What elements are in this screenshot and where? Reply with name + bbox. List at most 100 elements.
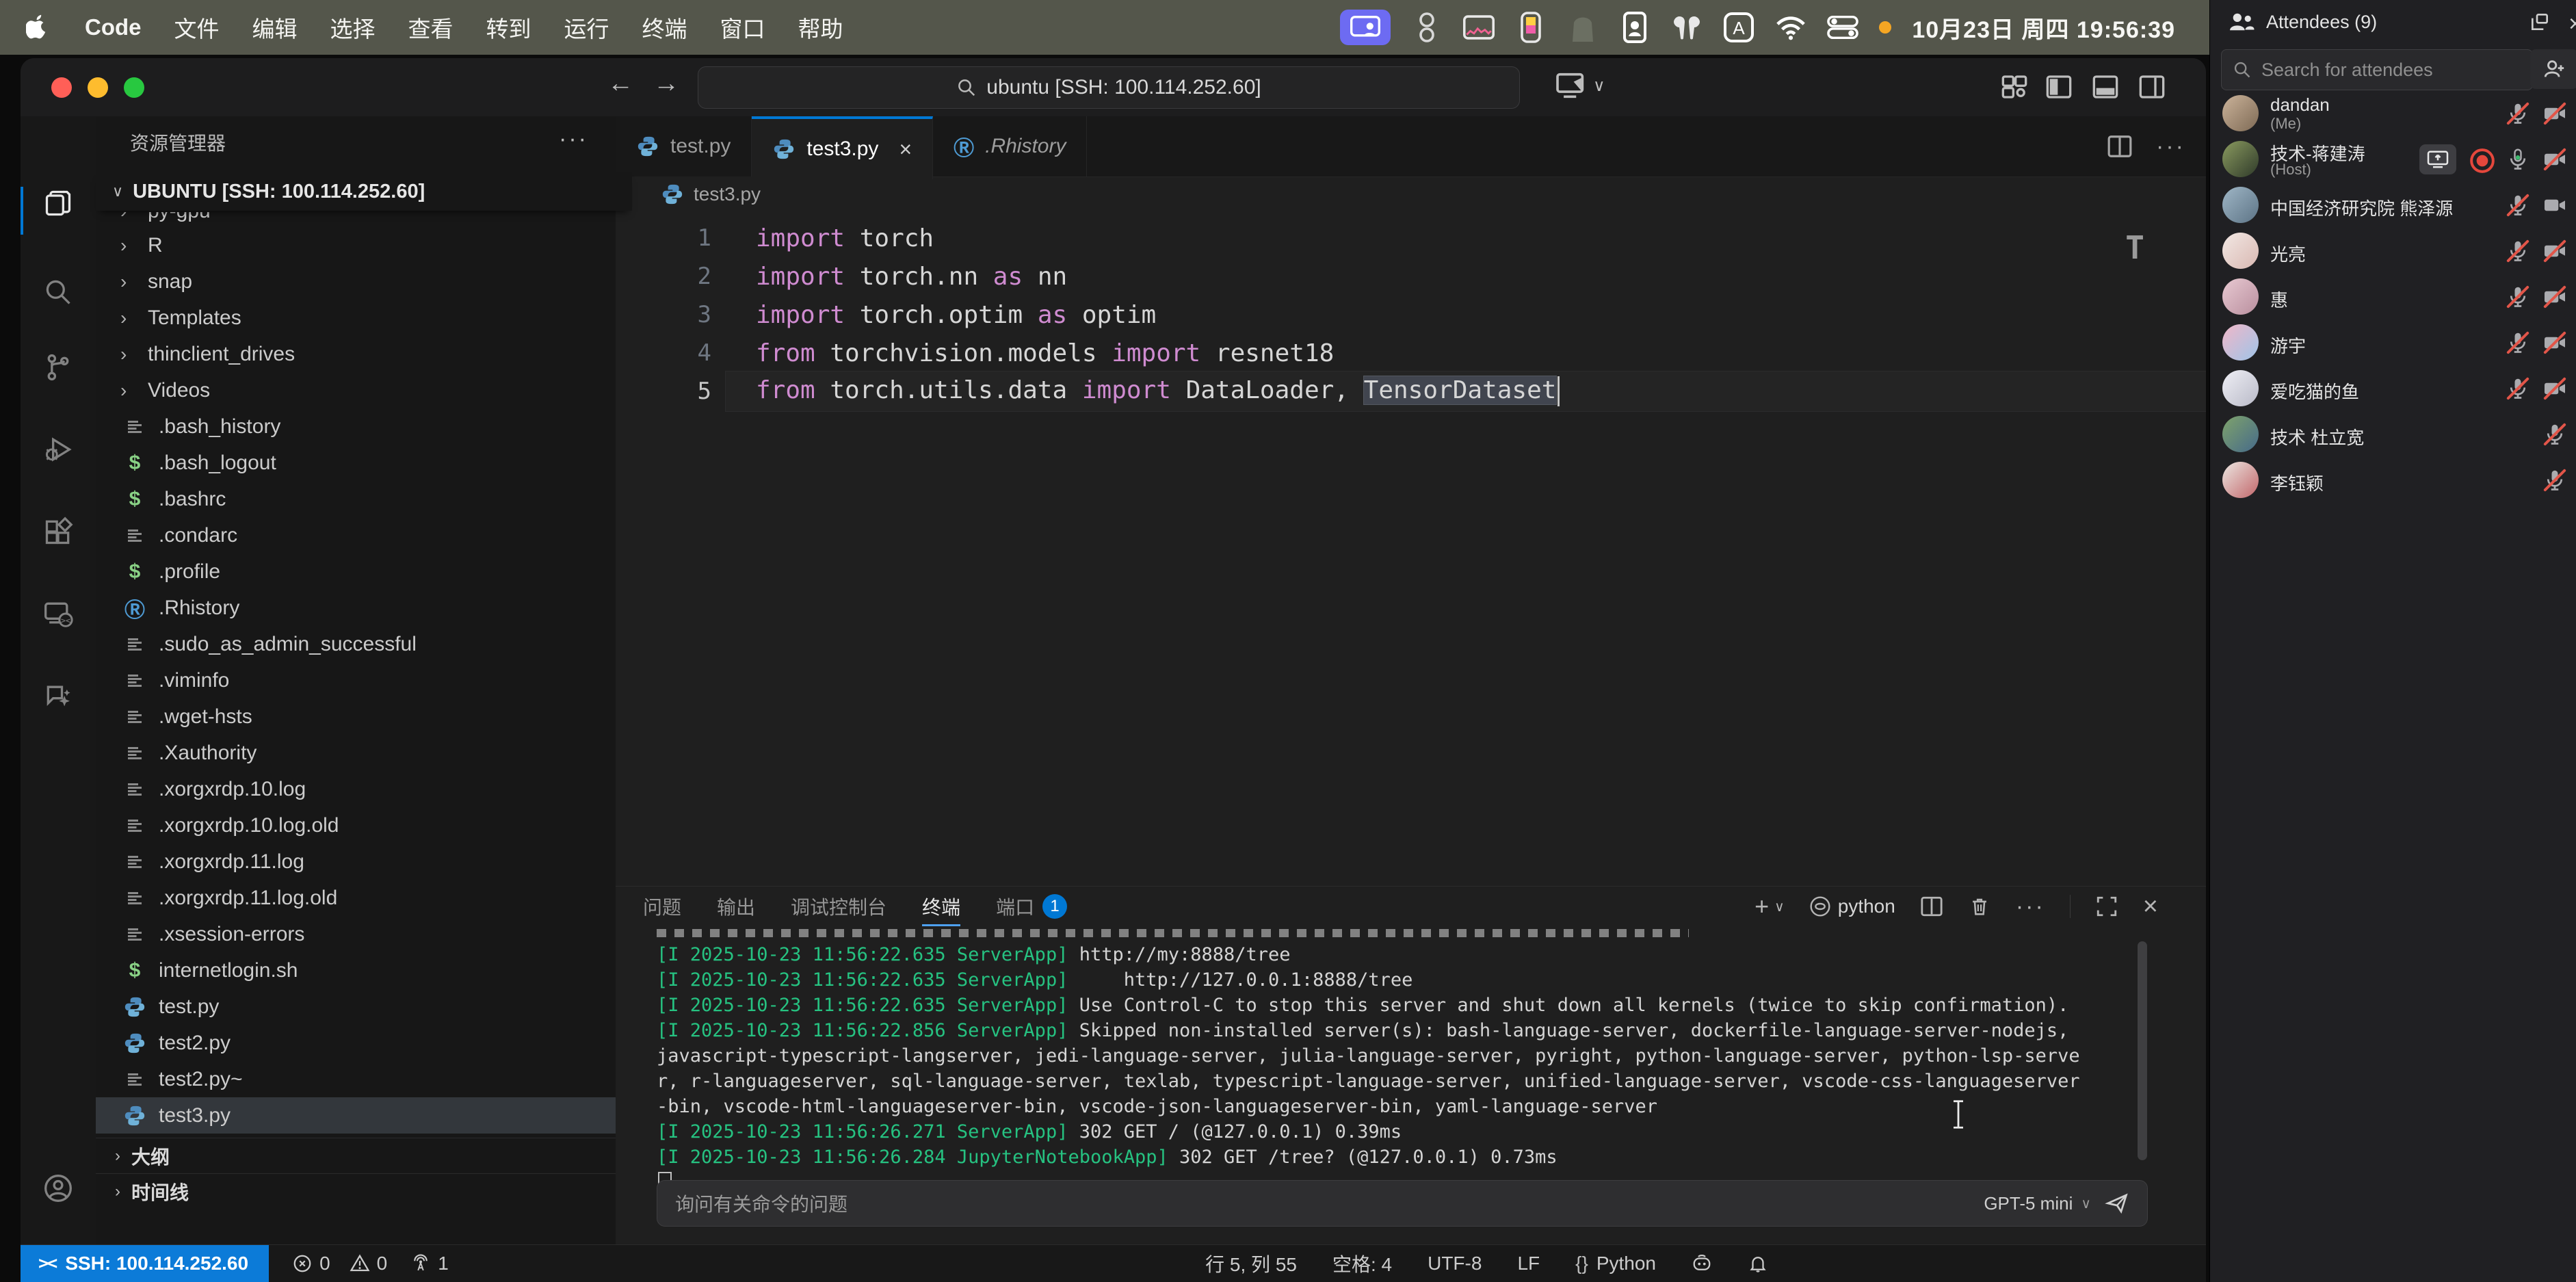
menu-item[interactable]: 帮助 xyxy=(782,11,860,44)
screen-sharing-icon[interactable] xyxy=(2419,144,2456,174)
input-source-icon[interactable]: A xyxy=(1723,12,1754,43)
editor-tab[interactable]: test.py xyxy=(616,116,752,176)
mic-muted-icon[interactable] xyxy=(2506,239,2530,263)
menu-app-name[interactable]: Code xyxy=(68,14,158,40)
menu-item[interactable]: 编辑 xyxy=(236,11,314,44)
circles-icon[interactable] xyxy=(1411,12,1443,43)
code-line[interactable]: 2import torch.nn as nn xyxy=(616,257,2206,296)
nav-back-button[interactable]: ← xyxy=(607,69,633,99)
minimize-window-button[interactable] xyxy=(88,77,108,98)
toggle-panel-icon[interactable] xyxy=(2092,73,2119,101)
explorer-more-icon[interactable]: ··· xyxy=(559,126,588,153)
code-line[interactable]: 4from torchvision.models import resnet18 xyxy=(616,334,2206,372)
code-line[interactable]: 5from torch.utils.data import DataLoader… xyxy=(616,372,2206,410)
eol[interactable]: LF xyxy=(1517,1253,1540,1274)
menu-item[interactable]: 文件 xyxy=(158,11,236,44)
file-row[interactable]: .xorgxrdp.10.log xyxy=(96,771,616,807)
close-icon[interactable]: × xyxy=(2568,11,2576,38)
cpu-graph-icon[interactable] xyxy=(1463,12,1495,43)
language-mode[interactable]: {} Python xyxy=(1575,1253,1656,1274)
file-row[interactable]: .wget-hsts xyxy=(96,698,616,735)
file-row[interactable]: .bash_history xyxy=(96,408,616,445)
file-row[interactable]: .Xauthority xyxy=(96,735,616,771)
explorer-icon[interactable] xyxy=(43,188,73,218)
file-row[interactable]: test.py xyxy=(96,989,616,1025)
file-row[interactable]: .condarc xyxy=(96,517,616,553)
mic-muted-icon[interactable] xyxy=(2506,285,2530,309)
menu-item[interactable]: 运行 xyxy=(548,11,626,44)
file-row[interactable]: test2.py~ xyxy=(96,1061,616,1097)
code-editor[interactable]: 1import torch2import torch.nn as nn3impo… xyxy=(616,212,2206,944)
menu-item[interactable]: 窗口 xyxy=(704,11,782,44)
indentation[interactable]: 空格: 4 xyxy=(1332,1250,1392,1277)
control-center-icon[interactable] xyxy=(1827,12,1858,43)
bell-icon[interactable] xyxy=(1748,1253,1768,1274)
file-row[interactable]: ›R xyxy=(96,227,616,263)
camera-muted-icon[interactable] xyxy=(2542,147,2567,172)
chat-sparkle-icon[interactable] xyxy=(43,681,73,711)
nav-forward-button[interactable]: → xyxy=(653,69,679,99)
add-attendee-button[interactable] xyxy=(2530,49,2576,89)
mic-muted-icon[interactable] xyxy=(2542,468,2567,493)
editor-tab[interactable]: Ⓡ.Rhistory xyxy=(933,116,1087,176)
attendee-row[interactable]: dandan(Me) xyxy=(2210,90,2576,136)
panel-tab[interactable]: 终端 xyxy=(922,887,960,926)
terminal-output[interactable]: [I 2025-10-23 11:56:22.635 ServerApp] ht… xyxy=(657,934,2131,1157)
attendee-row[interactable]: 李钰颖 xyxy=(2210,457,2576,503)
file-row[interactable]: .xorgxrdp.10.log.old xyxy=(96,807,616,843)
attendee-row[interactable]: 技术-蒋建涛(Host) xyxy=(2210,136,2576,182)
maximize-panel-icon[interactable] xyxy=(2095,895,2118,918)
search-view-icon[interactable] xyxy=(43,277,73,307)
split-editor-icon[interactable] xyxy=(2107,133,2133,159)
panel-more-icon[interactable]: ··· xyxy=(2016,893,2045,920)
file-row[interactable]: .xsession-errors xyxy=(96,916,616,952)
workspace-section-header[interactable]: ∨ UBUNTU [SSH: 100.114.252.60] xyxy=(96,172,632,211)
toggle-primary-sidebar-icon[interactable] xyxy=(2045,73,2073,101)
camera-on-icon[interactable] xyxy=(2542,193,2567,218)
menu-item[interactable]: 终端 xyxy=(626,11,704,44)
layout-grid-icon[interactable] xyxy=(2001,73,2028,101)
mic-muted-icon[interactable] xyxy=(2506,101,2530,126)
new-terminal-button[interactable]: + ∨ xyxy=(1754,892,1785,921)
attendee-row[interactable]: 技术 杜立宽 xyxy=(2210,411,2576,457)
ports-status[interactable]: 1 xyxy=(410,1253,449,1274)
file-row[interactable]: $.bashrc xyxy=(96,481,616,517)
toggle-secondary-sidebar-icon[interactable] xyxy=(2138,73,2166,101)
menu-clock[interactable]: 10月23日 周四 19:56:39 xyxy=(1912,11,2175,44)
zoom-window-button[interactable] xyxy=(124,77,144,98)
more-actions-icon[interactable]: ··· xyxy=(2156,133,2185,160)
file-row[interactable]: ›Videos xyxy=(96,372,616,408)
panel-tab[interactable]: 问题 xyxy=(643,887,681,926)
extensions-icon[interactable] xyxy=(43,516,73,547)
panel-tab[interactable]: 端口1 xyxy=(996,887,1067,926)
account-icon[interactable] xyxy=(43,1173,73,1203)
remote-indicator[interactable]: >< SSH: 100.114.252.60 xyxy=(21,1245,269,1282)
file-row[interactable]: .xorgxrdp.11.log xyxy=(96,843,616,880)
panel-tab[interactable]: 调试控制台 xyxy=(791,887,886,926)
remote-explorer-icon[interactable]: >< xyxy=(43,599,73,629)
breadcrumb[interactable]: test3.py xyxy=(616,176,761,212)
code-line[interactable]: 3import torch.optim as optim xyxy=(616,296,2206,334)
screen-share-active-icon[interactable] xyxy=(1340,10,1391,45)
mic-muted-icon[interactable] xyxy=(2506,376,2530,401)
file-row[interactable]: $internetlogin.sh xyxy=(96,952,616,989)
color-meter-icon[interactable] xyxy=(1515,12,1547,43)
file-row[interactable]: .sudo_as_admin_successful xyxy=(96,626,616,662)
mic-muted-icon[interactable] xyxy=(2506,193,2530,218)
menu-item[interactable]: 选择 xyxy=(314,11,392,44)
mic-muted-icon[interactable] xyxy=(2506,330,2530,355)
terminal-chat-input[interactable]: 询问有关命令的问题 GPT-5 mini ∨ xyxy=(657,1180,2148,1227)
source-control-icon[interactable] xyxy=(43,352,73,382)
file-row[interactable]: ›Templates xyxy=(96,300,616,336)
file-row[interactable]: $.bash_logout xyxy=(96,445,616,481)
camera-muted-icon[interactable] xyxy=(2542,285,2567,309)
outline-section[interactable]: › 大纲 xyxy=(96,1138,635,1174)
wifi-icon[interactable] xyxy=(1775,12,1806,43)
terminal-env-chip[interactable]: python xyxy=(1809,895,1895,917)
timeline-section[interactable]: › 时间线 xyxy=(96,1173,635,1209)
attendee-search-input[interactable]: Search for attendees xyxy=(2221,49,2533,90)
app-blob-icon[interactable] xyxy=(1567,12,1599,43)
popout-icon[interactable] xyxy=(2529,11,2551,38)
menu-item[interactable]: 查看 xyxy=(392,11,470,44)
file-row[interactable]: test3.py xyxy=(96,1097,616,1134)
